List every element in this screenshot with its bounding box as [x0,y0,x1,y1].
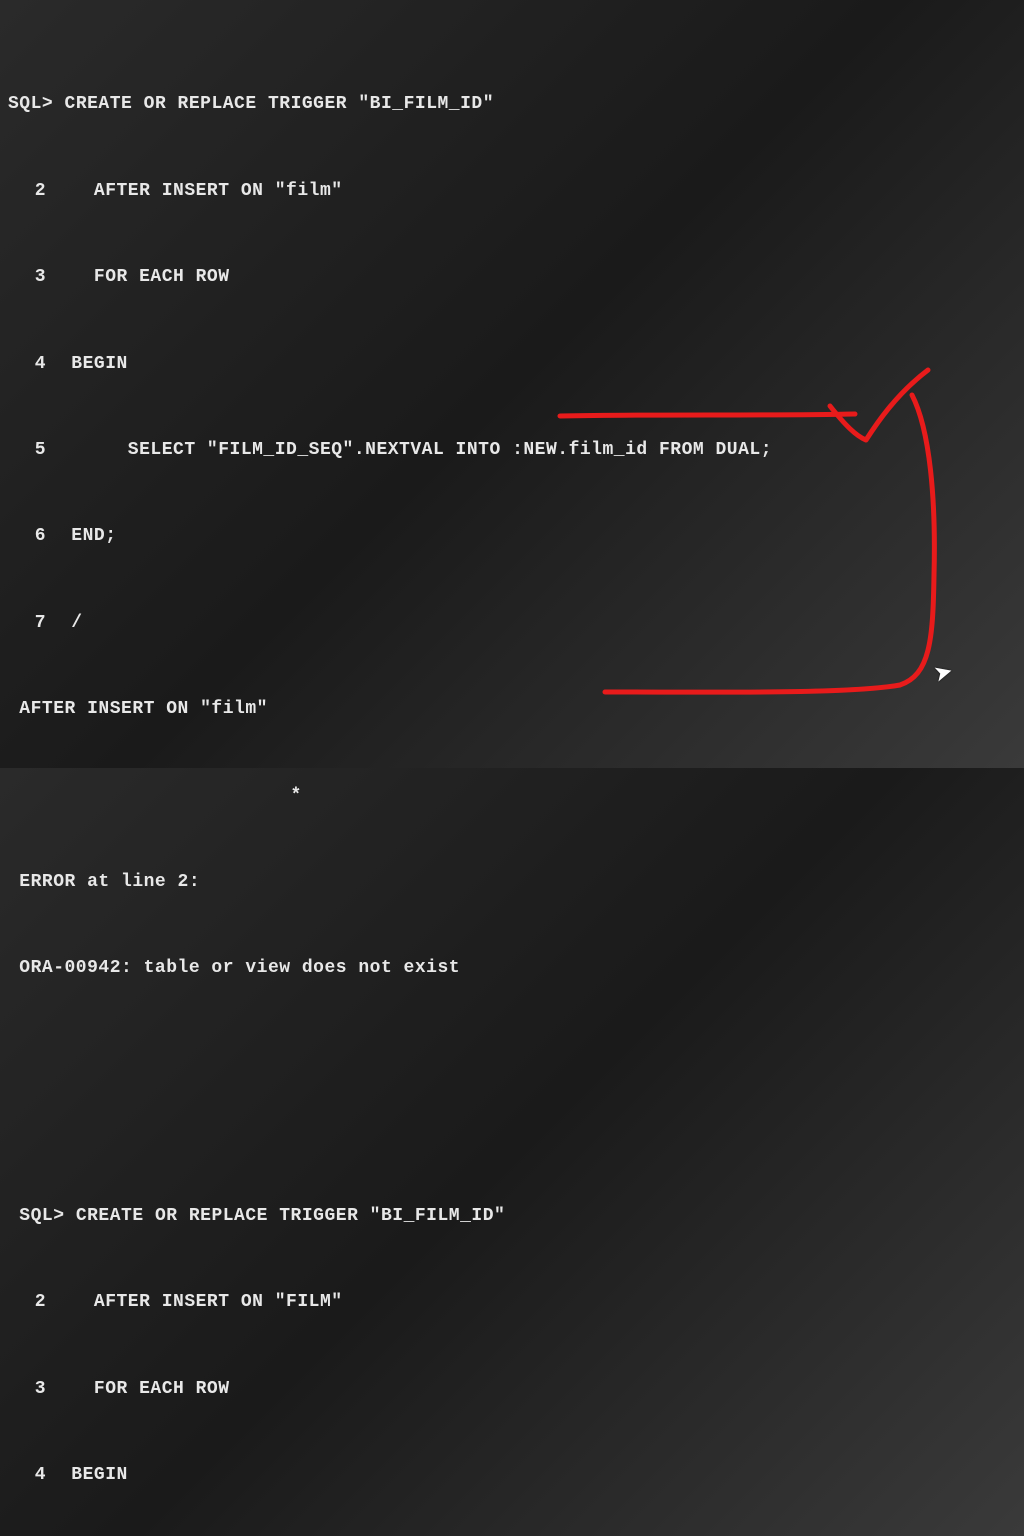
sql-command-line: 6 END; [8,522,1016,551]
sql-command-line: 2 AFTER INSERT ON "FILM" [8,1288,1016,1317]
sql-command-line: 2 AFTER INSERT ON "film" [8,177,1016,206]
error-line: ERROR at line 2: [8,868,1016,897]
terminal-output: SQL> CREATE OR REPLACE TRIGGER "BI_FILM_… [8,4,1016,1536]
sql-prompt: SQL> [8,1206,65,1226]
sql-command-line: SQL> CREATE OR REPLACE TRIGGER "BI_FILM_… [8,90,1016,119]
error-echo: AFTER INSERT ON "film" [8,695,1016,724]
sql-block-2: SQL> CREATE OR REPLACE TRIGGER "BI_FILM_… [8,1144,1016,1536]
error-message: ORA-00942: table or view does not exist [8,954,1016,983]
sql-prompt: SQL> [8,94,53,114]
sql-command-line: 4 BEGIN [8,350,1016,379]
sql-command-line: 3 FOR EACH ROW [8,263,1016,292]
sql-command-line: 3 FOR EACH ROW [8,1375,1016,1404]
sql-command-line: SQL> CREATE OR REPLACE TRIGGER "BI_FILM_… [8,1202,1016,1231]
error-marker: * [8,782,1016,811]
sql-command-line: 5 SELECT "FILM_ID_SEQ".NEXTVAL INTO :NEW… [8,436,1016,465]
sql-command-line: 4 BEGIN [8,1461,1016,1490]
sql-command-line: 7 / [8,609,1016,638]
